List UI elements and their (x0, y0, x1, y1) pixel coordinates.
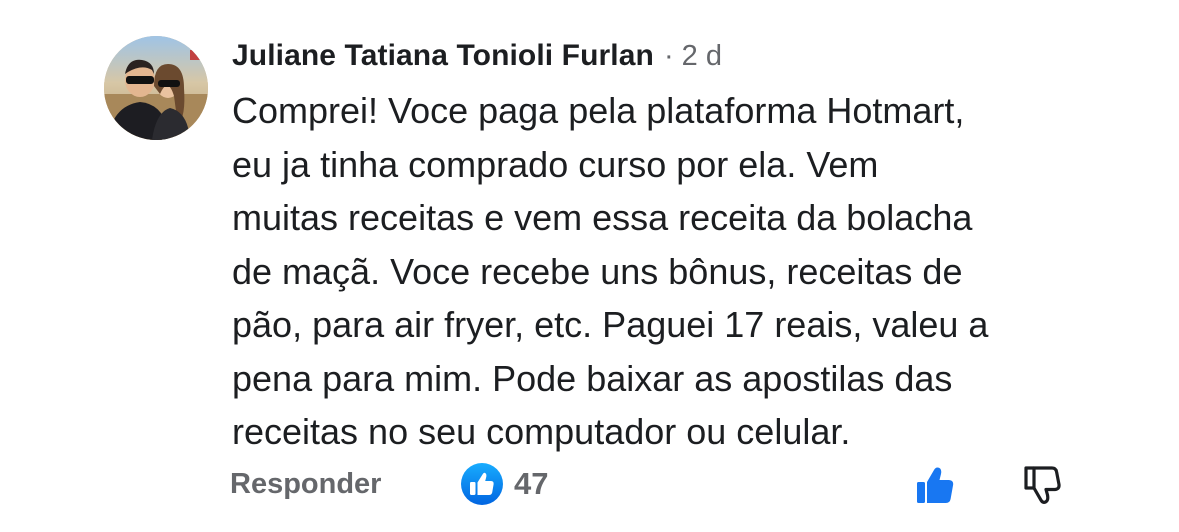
comment-line: pena para mim. Pode baixar as apostilas … (232, 357, 953, 399)
comment: Juliane Tatiana Tonioli Furlan · 2 d Com… (232, 32, 1132, 459)
reaction-count: 47 (514, 466, 549, 501)
comment-actions: Responder 47 (230, 462, 1110, 510)
comment-meta: · 2 d (664, 40, 722, 73)
comment-header: Juliane Tatiana Tonioli Furlan · 2 d (232, 32, 1132, 80)
comment-timestamp[interactable]: 2 d (682, 40, 722, 72)
like-reaction-icon (461, 463, 503, 505)
dislike-button[interactable] (1018, 462, 1064, 508)
comment-line: muitas receitas e vem essa receita da bo… (232, 197, 973, 238)
thumbs-down-icon (1024, 466, 1061, 504)
author-name[interactable]: Juliane Tatiana Tonioli Furlan (232, 39, 654, 73)
comment-line: eu ja tinha comprado curso por ela. Vem (232, 143, 879, 185)
reaction-summary[interactable]: 47 (460, 462, 548, 506)
comment-line: receitas no seu computador ou celular. (232, 411, 851, 452)
comment-line: de maçã. Voce recebe uns bônus, receitas… (232, 250, 963, 292)
thumbs-up-icon (917, 467, 954, 503)
comment-line: Comprei! Voce paga pela plataforma Hotma… (232, 90, 965, 131)
like-button[interactable] (912, 462, 958, 508)
reply-button[interactable]: Responder (230, 468, 381, 501)
avatar[interactable] (104, 36, 208, 140)
comment-body: Comprei! Voce paga pela plataforma Hotma… (232, 84, 1132, 459)
profile-photo-icon (104, 36, 208, 140)
comment-line: pão, para air fryer, etc. Paguei 17 reai… (232, 304, 989, 345)
meta-separator: · (663, 39, 674, 72)
